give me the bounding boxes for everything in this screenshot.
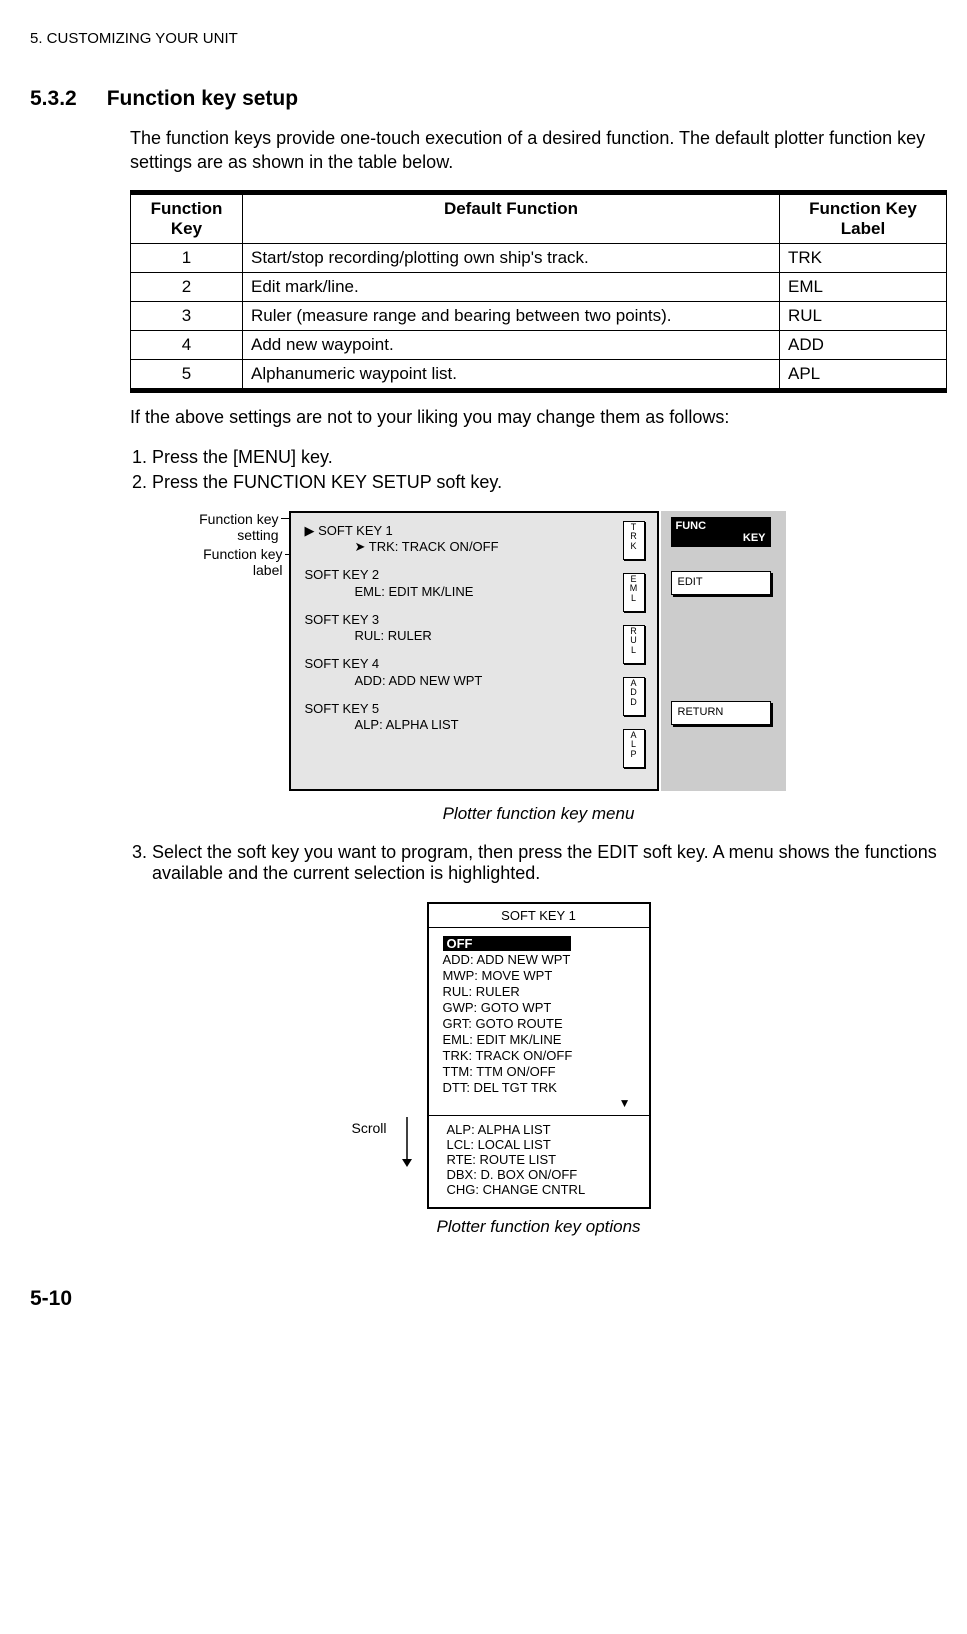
annotation-label: Function key label: [203, 546, 283, 578]
softkey-4-val: ADD: ADD NEW WPT: [355, 673, 499, 689]
vkey-rul: RUL: [623, 625, 645, 664]
list-item[interactable]: TTM: TTM ON/OFF: [443, 1064, 641, 1079]
list-item[interactable]: EML: EDIT MK/LINE: [443, 1032, 641, 1047]
list-item[interactable]: ALP: ALPHA LIST: [447, 1122, 641, 1137]
options-title: SOFT KEY 1: [429, 904, 649, 928]
section-title: Function key setup: [107, 87, 298, 111]
list-item[interactable]: DTT: DEL TGT TRK: [443, 1080, 641, 1095]
list-item[interactable]: RTE: ROUTE LIST: [447, 1152, 641, 1167]
table-row: 3 Ruler (measure range and bearing betwe…: [131, 301, 947, 330]
page-number: 5-10: [30, 1287, 947, 1311]
softkey-2-name: SOFT KEY 2: [305, 567, 499, 583]
table-row: 2 Edit mark/line. EML: [131, 272, 947, 301]
step-2: Press the FUNCTION KEY SETUP soft key.: [152, 472, 947, 493]
function-key-table: Function Key Default Function Function K…: [130, 190, 947, 393]
list-item[interactable]: RUL: RULER: [443, 984, 641, 999]
step-3: Select the soft key you want to program,…: [152, 842, 947, 884]
table-row: 5 Alphanumeric waypoint list. APL: [131, 359, 947, 388]
figure2-caption: Plotter function key options: [130, 1217, 947, 1237]
table-row: 4 Add new waypoint. ADD: [131, 330, 947, 359]
softkey-1-val: TRK: TRACK ON/OFF: [369, 539, 499, 554]
softkey-5-val: ALP: ALPHA LIST: [355, 717, 499, 733]
func-key-label: FUNC KEY: [671, 517, 771, 547]
softkey-5-name: SOFT KEY 5: [305, 701, 499, 717]
table-row: 1 Start/stop recording/plotting own ship…: [131, 243, 947, 272]
annotation-setting: Function key setting: [174, 511, 279, 543]
scroll-down-icon: ▼: [443, 1096, 641, 1110]
list-item[interactable]: GWP: GOTO WPT: [443, 1000, 641, 1015]
option-off[interactable]: OFF: [443, 936, 571, 951]
edit-button[interactable]: EDIT: [671, 571, 771, 595]
list-item[interactable]: MWP: MOVE WPT: [443, 968, 641, 983]
softkey-2-val: EML: EDIT MK/LINE: [355, 584, 499, 600]
softkey-1-name: SOFT KEY 1: [318, 523, 393, 538]
figure-options: Scroll SOFT KEY 1 OFF ADD: ADD NEW WPT M…: [427, 902, 651, 1209]
page-header: 5. CUSTOMIZING YOUR UNIT: [30, 30, 947, 47]
vkey-add: ADD: [623, 677, 645, 716]
step-1: Press the [MENU] key.: [152, 447, 947, 468]
softkey-3-name: SOFT KEY 3: [305, 612, 499, 628]
list-item[interactable]: GRT: GOTO ROUTE: [443, 1016, 641, 1031]
figure-function-key-menu: Function key setting Function key label …: [289, 511, 789, 796]
list-item[interactable]: CHG: CHANGE CNTRL: [447, 1182, 641, 1197]
return-button[interactable]: RETURN: [671, 701, 771, 725]
scroll-label: Scroll: [352, 1120, 387, 1136]
list-item[interactable]: TRK: TRACK ON/OFF: [443, 1048, 641, 1063]
list-item[interactable]: DBX: D. BOX ON/OFF: [447, 1167, 641, 1182]
vkey-eml: EML: [623, 573, 645, 612]
th-default: Default Function: [243, 194, 780, 243]
intro-paragraph: The function keys provide one-touch exec…: [130, 126, 947, 175]
scroll-arrow-icon: [397, 1117, 417, 1172]
list-item[interactable]: ADD: ADD NEW WPT: [443, 952, 641, 967]
vkey-alp: ALP: [623, 729, 645, 768]
list-item[interactable]: LCL: LOCAL LIST: [447, 1137, 641, 1152]
side-panel: FUNC KEY EDIT RETURN: [661, 511, 786, 791]
vkey-trk: TRK: [623, 521, 645, 560]
after-table-text: If the above settings are not to your li…: [130, 405, 947, 429]
section-number: 5.3.2: [30, 87, 77, 111]
th-label: Function Key Label: [780, 194, 947, 243]
screen-panel: ▶ SOFT KEY 1 ➤ TRK: TRACK ON/OFF SOFT KE…: [289, 511, 659, 791]
figure1-caption: Plotter function key menu: [130, 804, 947, 824]
softkey-4-name: SOFT KEY 4: [305, 656, 499, 672]
th-key: Function Key: [131, 194, 243, 243]
softkey-3-val: RUL: RULER: [355, 628, 499, 644]
